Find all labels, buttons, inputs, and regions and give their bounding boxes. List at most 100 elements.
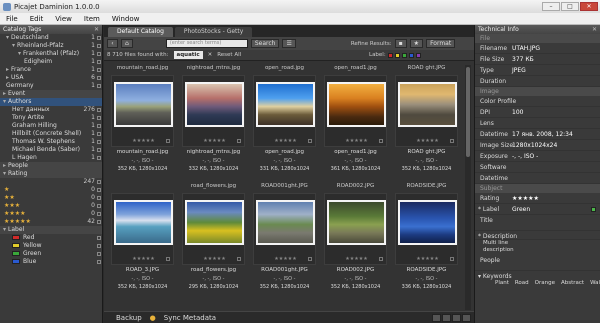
label-item[interactable]: Yellow [0,242,102,250]
tab-photostocks[interactable]: PhotoStocks - Getty [174,27,253,37]
thumbnail-frame[interactable]: ★★★★★ [111,193,174,265]
tree-item[interactable]: ▸ USA 6 [0,74,102,82]
thumbnail-image[interactable] [256,200,315,245]
thumbnail-cell[interactable]: ROAD001ght.JPG ★★★★★ ROAD001ght.JPG -, -, I… [250,183,319,303]
thumbnail-cell[interactable]: ★★★★★ ROAD_3.JPG -, -, ISO - 352 КБ, 1280x1… [108,183,177,303]
thumbnail-checkbox[interactable] [450,139,454,143]
scrollbar-thumb[interactable] [466,67,470,157]
keyword-tag[interactable]: Wallpaper [590,280,600,286]
label-checkbox[interactable] [97,260,101,264]
active-filter-chip[interactable]: aquatic [173,51,203,59]
label-item[interactable]: Red [0,234,102,242]
close-panel-icon[interactable]: ✕ [94,25,99,34]
tree-item[interactable]: ▾ Rheinland-Pfalz 1 [0,42,102,50]
thumbnail-cell[interactable]: open_road1.jpg ★★★★★ open_road1.jpg -, -, I… [321,65,390,185]
thumbnail-cell[interactable]: ROAD002.JPG ★★★★★ ROAD002.JPG -, -, ISO - 35… [321,183,390,303]
tree-item-checkbox[interactable] [97,60,101,64]
reset-all-link[interactable]: Reset All [217,52,241,58]
rating-checkbox[interactable] [97,220,101,224]
list-view-icon[interactable] [442,313,451,322]
rating-checkbox[interactable] [97,188,101,192]
maximize-button[interactable]: □ [561,2,579,11]
rating-checkbox[interactable] [97,180,101,184]
expand-icon[interactable]: ▸ [3,162,6,169]
menu-window[interactable]: Window [106,15,146,23]
label-color-swatch[interactable] [591,207,596,212]
label-checkbox[interactable] [97,244,101,248]
thumbnail-image[interactable] [398,200,457,245]
tree-item-checkbox[interactable] [97,36,101,40]
close-panel-icon[interactable]: ✕ [592,25,597,34]
label-filter-swatch[interactable] [387,52,393,58]
author-item[interactable]: Нет данных 276 [0,106,102,114]
grid-scrollbar[interactable] [465,65,471,310]
grid-view-icon[interactable] [432,313,441,322]
tree-item[interactable]: Edigheim 1 [0,58,102,66]
thumbnail-image[interactable] [327,82,386,127]
thumbnail-image[interactable] [327,200,386,245]
format-button[interactable]: Format [426,39,456,48]
thumbnail-checkbox[interactable] [237,257,241,261]
rating-item[interactable]: ★★★ 0 [0,202,102,210]
thumbnail-image[interactable] [256,82,315,127]
author-checkbox[interactable] [97,132,101,136]
thumbnail-checkbox[interactable] [379,139,383,143]
tree-item-checkbox[interactable] [97,84,101,88]
zoom-view-icon[interactable] [462,313,471,322]
thumbnail-checkbox[interactable] [450,257,454,261]
thumbnail-frame[interactable]: ★★★★★ [182,75,245,147]
tree-item[interactable]: ▾ Deutschland 1 [0,34,102,42]
label-filter-swatch[interactable] [408,52,414,58]
author-checkbox[interactable] [97,148,101,152]
collapse-icon[interactable]: ▾ [12,42,15,49]
thumbnail-frame[interactable]: ★★★★★ [324,75,387,147]
thumbnail-checkbox[interactable] [166,139,170,143]
collapse-icon[interactable]: ▾ [3,226,6,233]
author-item[interactable]: Michael Benda (Saber) 1 [0,146,102,154]
rating-checkbox[interactable] [97,212,101,216]
label-filter-swatch[interactable] [401,52,407,58]
author-checkbox[interactable] [97,124,101,128]
author-item[interactable]: L Hagen 1 [0,154,102,162]
thumbnail-image[interactable] [114,82,173,127]
home-button[interactable]: ⌂ [121,39,133,48]
thumbnail-checkbox[interactable] [166,257,170,261]
people-category[interactable]: ▸ People [0,162,102,170]
back-button[interactable]: ‹ [107,39,118,48]
thumbnail-image[interactable] [398,82,457,127]
rating-item[interactable]: ★ 0 [0,186,102,194]
collapse-icon[interactable]: ▾ [3,98,6,105]
tree-item-checkbox[interactable] [97,68,101,72]
thumbnail-frame[interactable]: ★★★★★ [324,193,387,265]
keyword-tag[interactable]: Abstract [561,280,584,286]
thumbnail-cell[interactable]: mountain_road.jpg ★★★★★ mountain_road.jpg -… [108,65,177,185]
rating-item[interactable]: 247 [0,178,102,186]
filter-close-icon[interactable]: ✕ [208,52,213,58]
keyword-tag[interactable]: Road [515,280,529,286]
label-checkbox[interactable] [97,252,101,256]
event-category[interactable]: ▸ Event [0,90,102,98]
expand-icon[interactable]: ▸ [6,74,9,81]
rating-item[interactable]: ★★ 0 [0,194,102,202]
thumbnail-image[interactable] [185,82,244,127]
refine-toggle-button[interactable]: ▪ [394,39,407,48]
rating-category[interactable]: ▾ Rating [0,170,102,178]
expand-icon[interactable]: ▸ [6,66,9,73]
tree-item[interactable]: ▸ France 1 [0,66,102,74]
author-item[interactable]: Tony Artite 1 [0,114,102,122]
label-item[interactable]: Green [0,250,102,258]
collapse-icon[interactable]: ▾ [18,50,21,57]
thumbnail-checkbox[interactable] [379,257,383,261]
author-item[interactable]: Hillbilt (Concrete Shell) 1 [0,130,102,138]
rating-checkbox[interactable] [97,204,101,208]
authors-category[interactable]: ▾ Authors [0,98,102,106]
image-section-header[interactable]: Image [475,87,600,96]
label-filter-swatch[interactable] [394,52,400,58]
thumbnail-frame[interactable]: ★★★★★ [182,193,245,265]
label-item[interactable]: Blue [0,258,102,266]
author-checkbox[interactable] [97,156,101,160]
thumbnail-cell[interactable]: nightroad_mtns.jpg ★★★★★ nightroad_mtns.jp… [179,65,248,185]
tree-item-checkbox[interactable] [97,52,101,56]
detail-view-icon[interactable] [452,313,461,322]
search-button[interactable]: Search [250,39,280,48]
